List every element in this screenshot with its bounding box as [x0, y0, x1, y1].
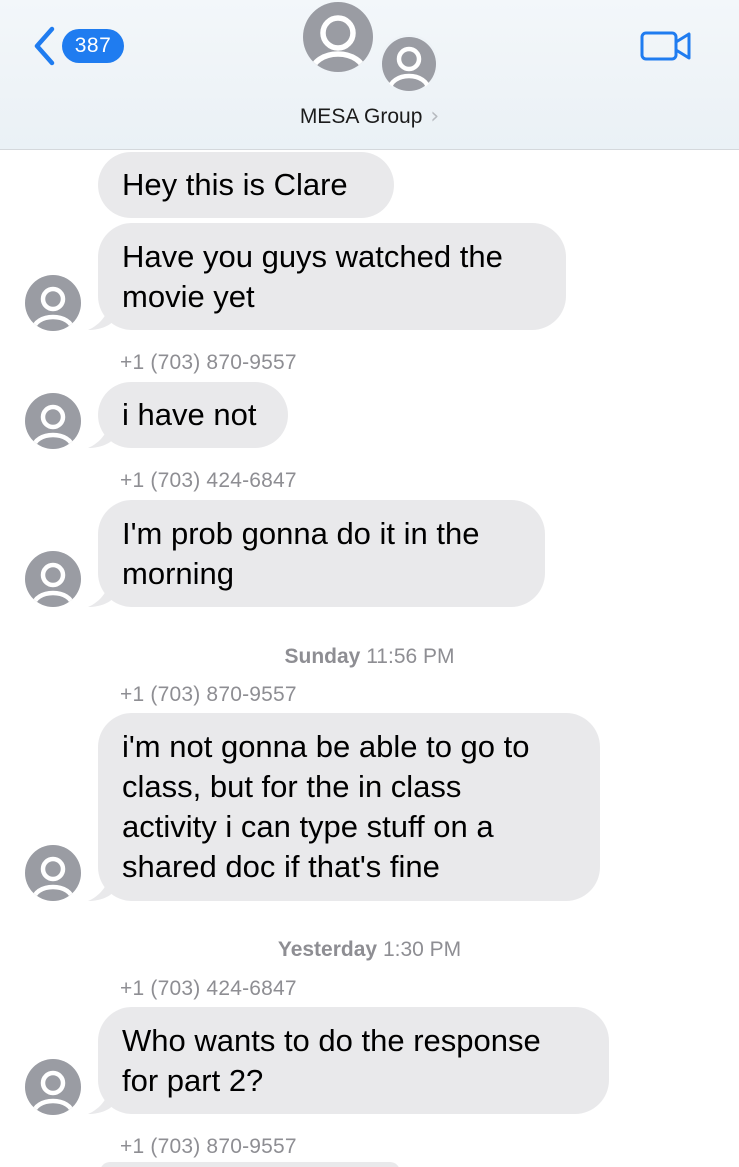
message-bubble[interactable]: Who wants to do the response for part 2? — [98, 1007, 609, 1114]
message-text: Have you guys watched the — [122, 238, 503, 274]
bubble-tail — [88, 579, 114, 607]
group-name: MESA Group — [299, 104, 423, 128]
sender-avatar-icon[interactable] — [24, 274, 82, 332]
timestamp-day: Sunday — [284, 645, 361, 668]
message-text: I'm prob gonna do it in the — [122, 515, 480, 551]
chevron-left-icon — [34, 26, 55, 66]
message-text: morning — [122, 555, 234, 591]
sender-name: +1 (703) 870-9557 — [120, 683, 297, 706]
message-text: activity i can type stuff on a — [122, 809, 494, 844]
sender-name: +1 (703) 870-9557 — [120, 351, 297, 374]
sender-avatar-icon[interactable] — [24, 550, 82, 608]
sender-avatar-icon[interactable] — [24, 844, 82, 902]
message-text: Hey this is Clare — [122, 167, 348, 202]
timestamp: Sunday 11:56 PM — [0, 645, 739, 669]
group-avatar-secondary-icon — [379, 34, 439, 94]
message-text: for part 2? — [122, 1062, 264, 1098]
timestamp-day: Yesterday — [277, 938, 378, 961]
sender-name: +1 (703) 424-6847 — [120, 469, 297, 492]
sender-name: +1 (703) 870-9557 — [120, 1135, 297, 1158]
bubble-tail — [88, 420, 114, 448]
message-bubble[interactable]: i have not — [98, 382, 288, 448]
timestamp-time: 1:30 PM — [382, 938, 462, 961]
message-text: movie yet — [122, 278, 255, 314]
sender-avatar-icon[interactable] — [24, 392, 82, 450]
timestamp-time: 11:56 PM — [366, 645, 455, 668]
sender-avatar-icon[interactable] — [24, 1058, 82, 1116]
message-bubble[interactable]: i'm not gonna be able to go to class, bu… — [98, 713, 600, 901]
message-text: shared doc if that's fine — [122, 849, 440, 884]
message-text: i'm not gonna be able to go to — [122, 729, 530, 764]
message-bubble[interactable]: Hey this is Clare — [98, 152, 394, 218]
back-button[interactable]: 387 — [30, 25, 124, 67]
message-text: Who wants to do the response — [122, 1022, 541, 1058]
timestamp: Yesterday 1:30 PM — [0, 938, 739, 962]
group-name-button[interactable]: MESA Group › — [0, 104, 739, 129]
message-text: class, but for the in class — [122, 769, 462, 804]
bubble-tail — [88, 302, 114, 330]
group-avatar-icon[interactable] — [299, 0, 377, 75]
conversation-header: 387 MESA Group › — [0, 0, 739, 150]
message-bubble[interactable]: I'm prob gonna do it in the morning — [98, 500, 545, 607]
message-bubble-partial[interactable] — [100, 1162, 400, 1167]
bubble-tail — [88, 873, 114, 901]
message-text: i have not — [122, 397, 257, 432]
bubble-tail — [88, 1086, 114, 1114]
sender-name: +1 (703) 424-6847 — [120, 977, 297, 1000]
unread-count-badge: 387 — [62, 29, 124, 63]
message-bubble[interactable]: Have you guys watched the movie yet — [98, 223, 566, 330]
chevron-right-icon: › — [430, 104, 440, 129]
video-camera-icon[interactable] — [640, 28, 692, 64]
